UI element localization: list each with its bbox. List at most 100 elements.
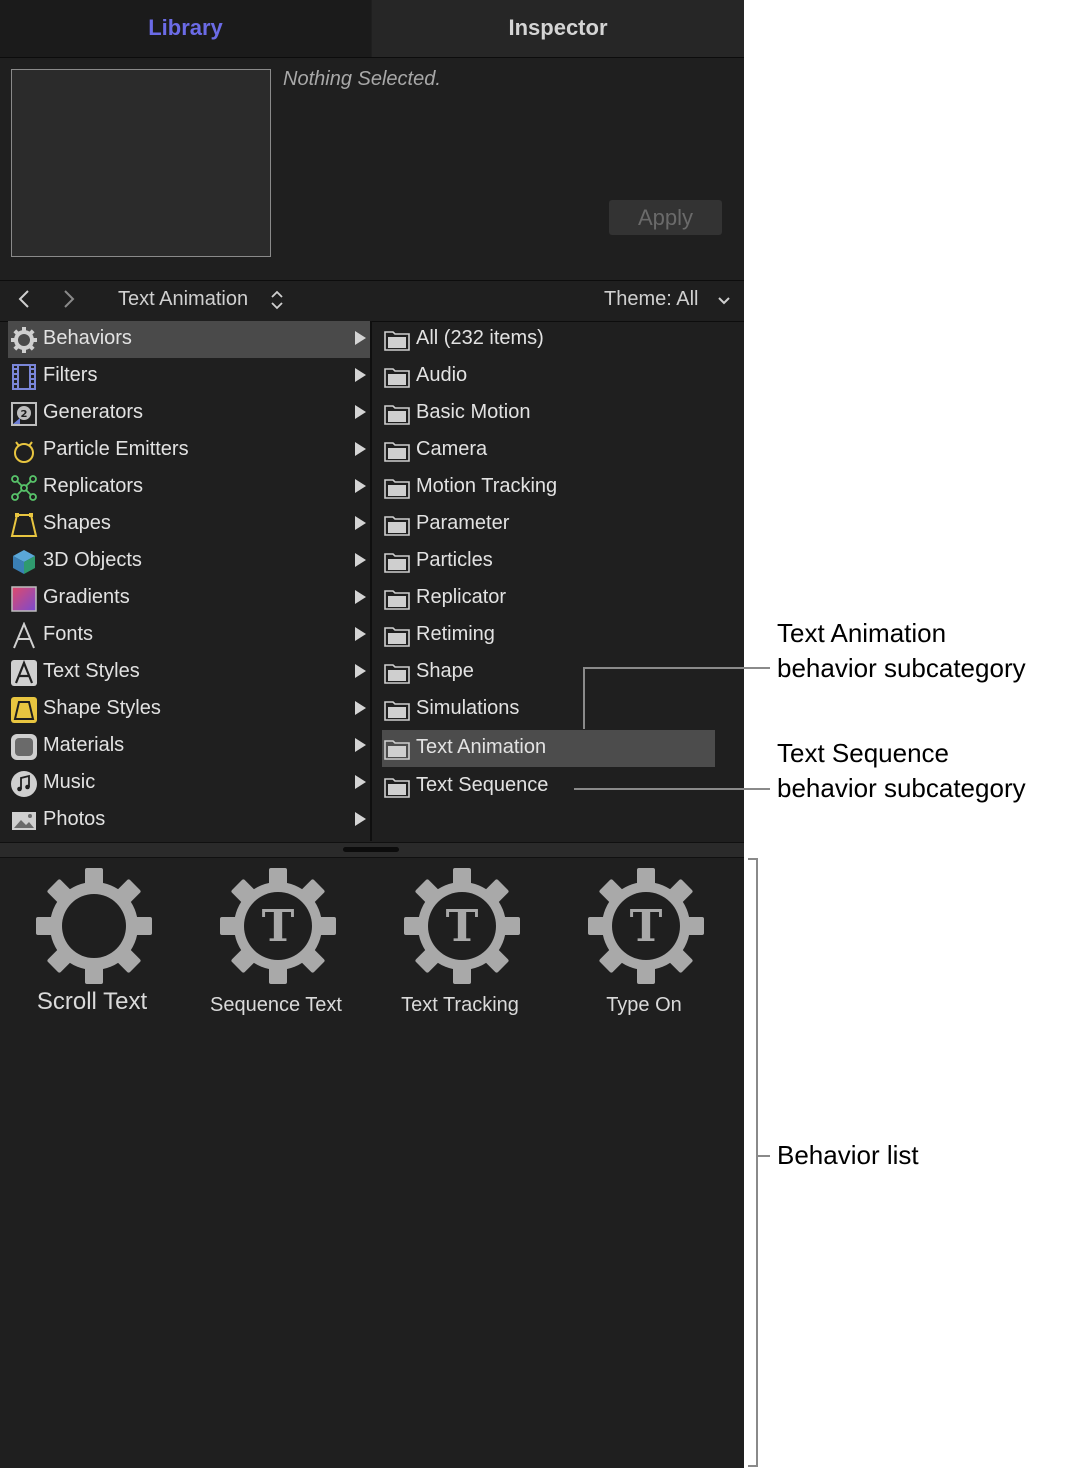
category-label: 3D Objects	[43, 549, 142, 572]
subcategory-retiming[interactable]: Retiming	[382, 617, 715, 654]
column-divider	[370, 321, 372, 841]
subcategory-camera[interactable]: Camera	[382, 432, 715, 469]
disclosure-arrow-icon	[355, 701, 366, 715]
updown-chevron-icon[interactable]	[270, 289, 284, 317]
disclosure-arrow-icon	[355, 479, 366, 493]
callout-line-1: Text Sequence	[777, 736, 1026, 771]
category-shapes[interactable]: Shapes	[8, 506, 370, 543]
subcategory-all[interactable]: All (232 items)	[382, 321, 715, 358]
category-label: Behaviors	[43, 327, 132, 350]
callout-text-animation: Text Animation behavior subcategory	[777, 616, 1026, 686]
callout-leader-line	[574, 788, 770, 790]
category-label: Shapes	[43, 512, 111, 535]
category-particle-emitters[interactable]: Particle Emitters	[8, 432, 370, 469]
chevron-down-icon[interactable]	[717, 291, 731, 314]
category-generators[interactable]: 2 Generators	[8, 395, 370, 432]
splitter-grip-icon[interactable]	[343, 847, 399, 852]
category-gradients[interactable]: Gradients	[8, 580, 370, 617]
category-materials[interactable]: Materials	[8, 728, 370, 765]
callout-leader-line	[584, 667, 770, 669]
svg-text:2: 2	[21, 409, 28, 420]
preview-thumbnail	[11, 69, 271, 257]
callout-line-1: Text Animation	[777, 616, 1026, 651]
behavior-label: Type On	[552, 994, 736, 1017]
text-style-icon	[10, 659, 38, 687]
tab-inspector[interactable]: Inspector	[372, 0, 744, 57]
subcategory-replicator[interactable]: Replicator	[382, 580, 715, 617]
behavior-item-type-on[interactable]: T Type On	[552, 868, 736, 1028]
category-label: Replicators	[43, 475, 143, 498]
gear-letter: T	[262, 901, 295, 952]
subcategory-label: Simulations	[416, 697, 519, 720]
subcategory-label: Shape	[416, 660, 474, 683]
behavior-label: Scroll Text	[0, 988, 184, 1016]
subcategory-audio[interactable]: Audio	[382, 358, 715, 395]
subcategory-label: Basic Motion	[416, 401, 531, 424]
callout-text-sequence: Text Sequence behavior subcategory	[777, 736, 1026, 806]
material-icon	[10, 733, 38, 761]
replicator-icon	[10, 474, 38, 502]
selection-status: Nothing Selected.	[283, 68, 441, 91]
subcategory-motion-tracking[interactable]: Motion Tracking	[382, 469, 715, 506]
subcategory-simulations[interactable]: Simulations	[382, 691, 715, 728]
back-icon[interactable]	[16, 287, 32, 317]
emitter-icon	[10, 437, 38, 465]
library-panel: Library Inspector Nothing Selected. Appl…	[0, 0, 744, 1468]
category-shape-styles[interactable]: Shape Styles	[8, 691, 370, 728]
disclosure-arrow-icon	[355, 664, 366, 678]
behavior-item-text-tracking[interactable]: T Text Tracking	[368, 868, 552, 1028]
gear-icon	[10, 326, 38, 354]
path-popup[interactable]: Text Animation	[118, 288, 248, 311]
category-text-styles[interactable]: Text Styles	[8, 654, 370, 691]
subcategory-label: Camera	[416, 438, 487, 461]
generator-icon: 2	[10, 400, 38, 428]
category-3d-objects[interactable]: 3D Objects	[8, 543, 370, 580]
photo-icon	[10, 807, 38, 835]
gear-letter: T	[630, 901, 663, 952]
category-music[interactable]: Music	[8, 765, 370, 802]
shape-icon	[10, 511, 38, 539]
behavior-item-scroll-text[interactable]: Scroll Text	[0, 868, 184, 1028]
font-icon	[10, 622, 38, 650]
category-label: Particle Emitters	[43, 438, 189, 461]
callout-bracket	[756, 858, 758, 1467]
subcategory-parameter[interactable]: Parameter	[382, 506, 715, 543]
disclosure-arrow-icon	[355, 812, 366, 826]
gear-text-icon: T	[220, 868, 336, 984]
forward-icon[interactable]	[61, 287, 77, 317]
disclosure-arrow-icon	[355, 775, 366, 789]
theme-popup[interactable]: Theme: All	[604, 288, 698, 311]
gear-icon	[36, 868, 152, 984]
folder-icon	[384, 514, 410, 536]
callout-bracket	[748, 1465, 758, 1467]
subcategory-label: Particles	[416, 549, 493, 572]
apply-button[interactable]: Apply	[609, 200, 722, 235]
behavior-label: Sequence Text	[184, 994, 368, 1017]
disclosure-arrow-icon	[355, 627, 366, 641]
callout-leader-line	[756, 1155, 770, 1157]
category-replicators[interactable]: Replicators	[8, 469, 370, 506]
category-list: Behaviors Filters 2 Generators Particle …	[0, 321, 370, 841]
callout-line-2: behavior subcategory	[777, 651, 1026, 686]
subcategory-particles[interactable]: Particles	[382, 543, 715, 580]
category-fonts[interactable]: Fonts	[8, 617, 370, 654]
category-filters[interactable]: Filters	[8, 358, 370, 395]
category-photos[interactable]: Photos	[8, 802, 370, 839]
subcategory-label: Replicator	[416, 586, 506, 609]
subcategory-shape[interactable]: Shape	[382, 654, 715, 691]
subcategory-text-sequence[interactable]: Text Sequence	[382, 768, 715, 805]
category-label: Photos	[43, 808, 105, 831]
filmstrip-icon	[10, 363, 38, 391]
tab-bar: Library Inspector	[0, 0, 744, 58]
subcategory-basic-motion[interactable]: Basic Motion	[382, 395, 715, 432]
subcategory-text-animation[interactable]: Text Animation	[382, 730, 715, 767]
tab-library[interactable]: Library	[0, 0, 371, 57]
behavior-item-sequence-text[interactable]: T Sequence Text	[184, 868, 368, 1028]
folder-icon	[384, 477, 410, 499]
callout-line-2: behavior subcategory	[777, 771, 1026, 806]
folder-icon	[384, 738, 410, 760]
subcategory-label: Parameter	[416, 512, 509, 535]
behavior-label: Text Tracking	[368, 994, 552, 1017]
category-behaviors[interactable]: Behaviors	[8, 321, 370, 358]
folder-icon	[384, 699, 410, 721]
